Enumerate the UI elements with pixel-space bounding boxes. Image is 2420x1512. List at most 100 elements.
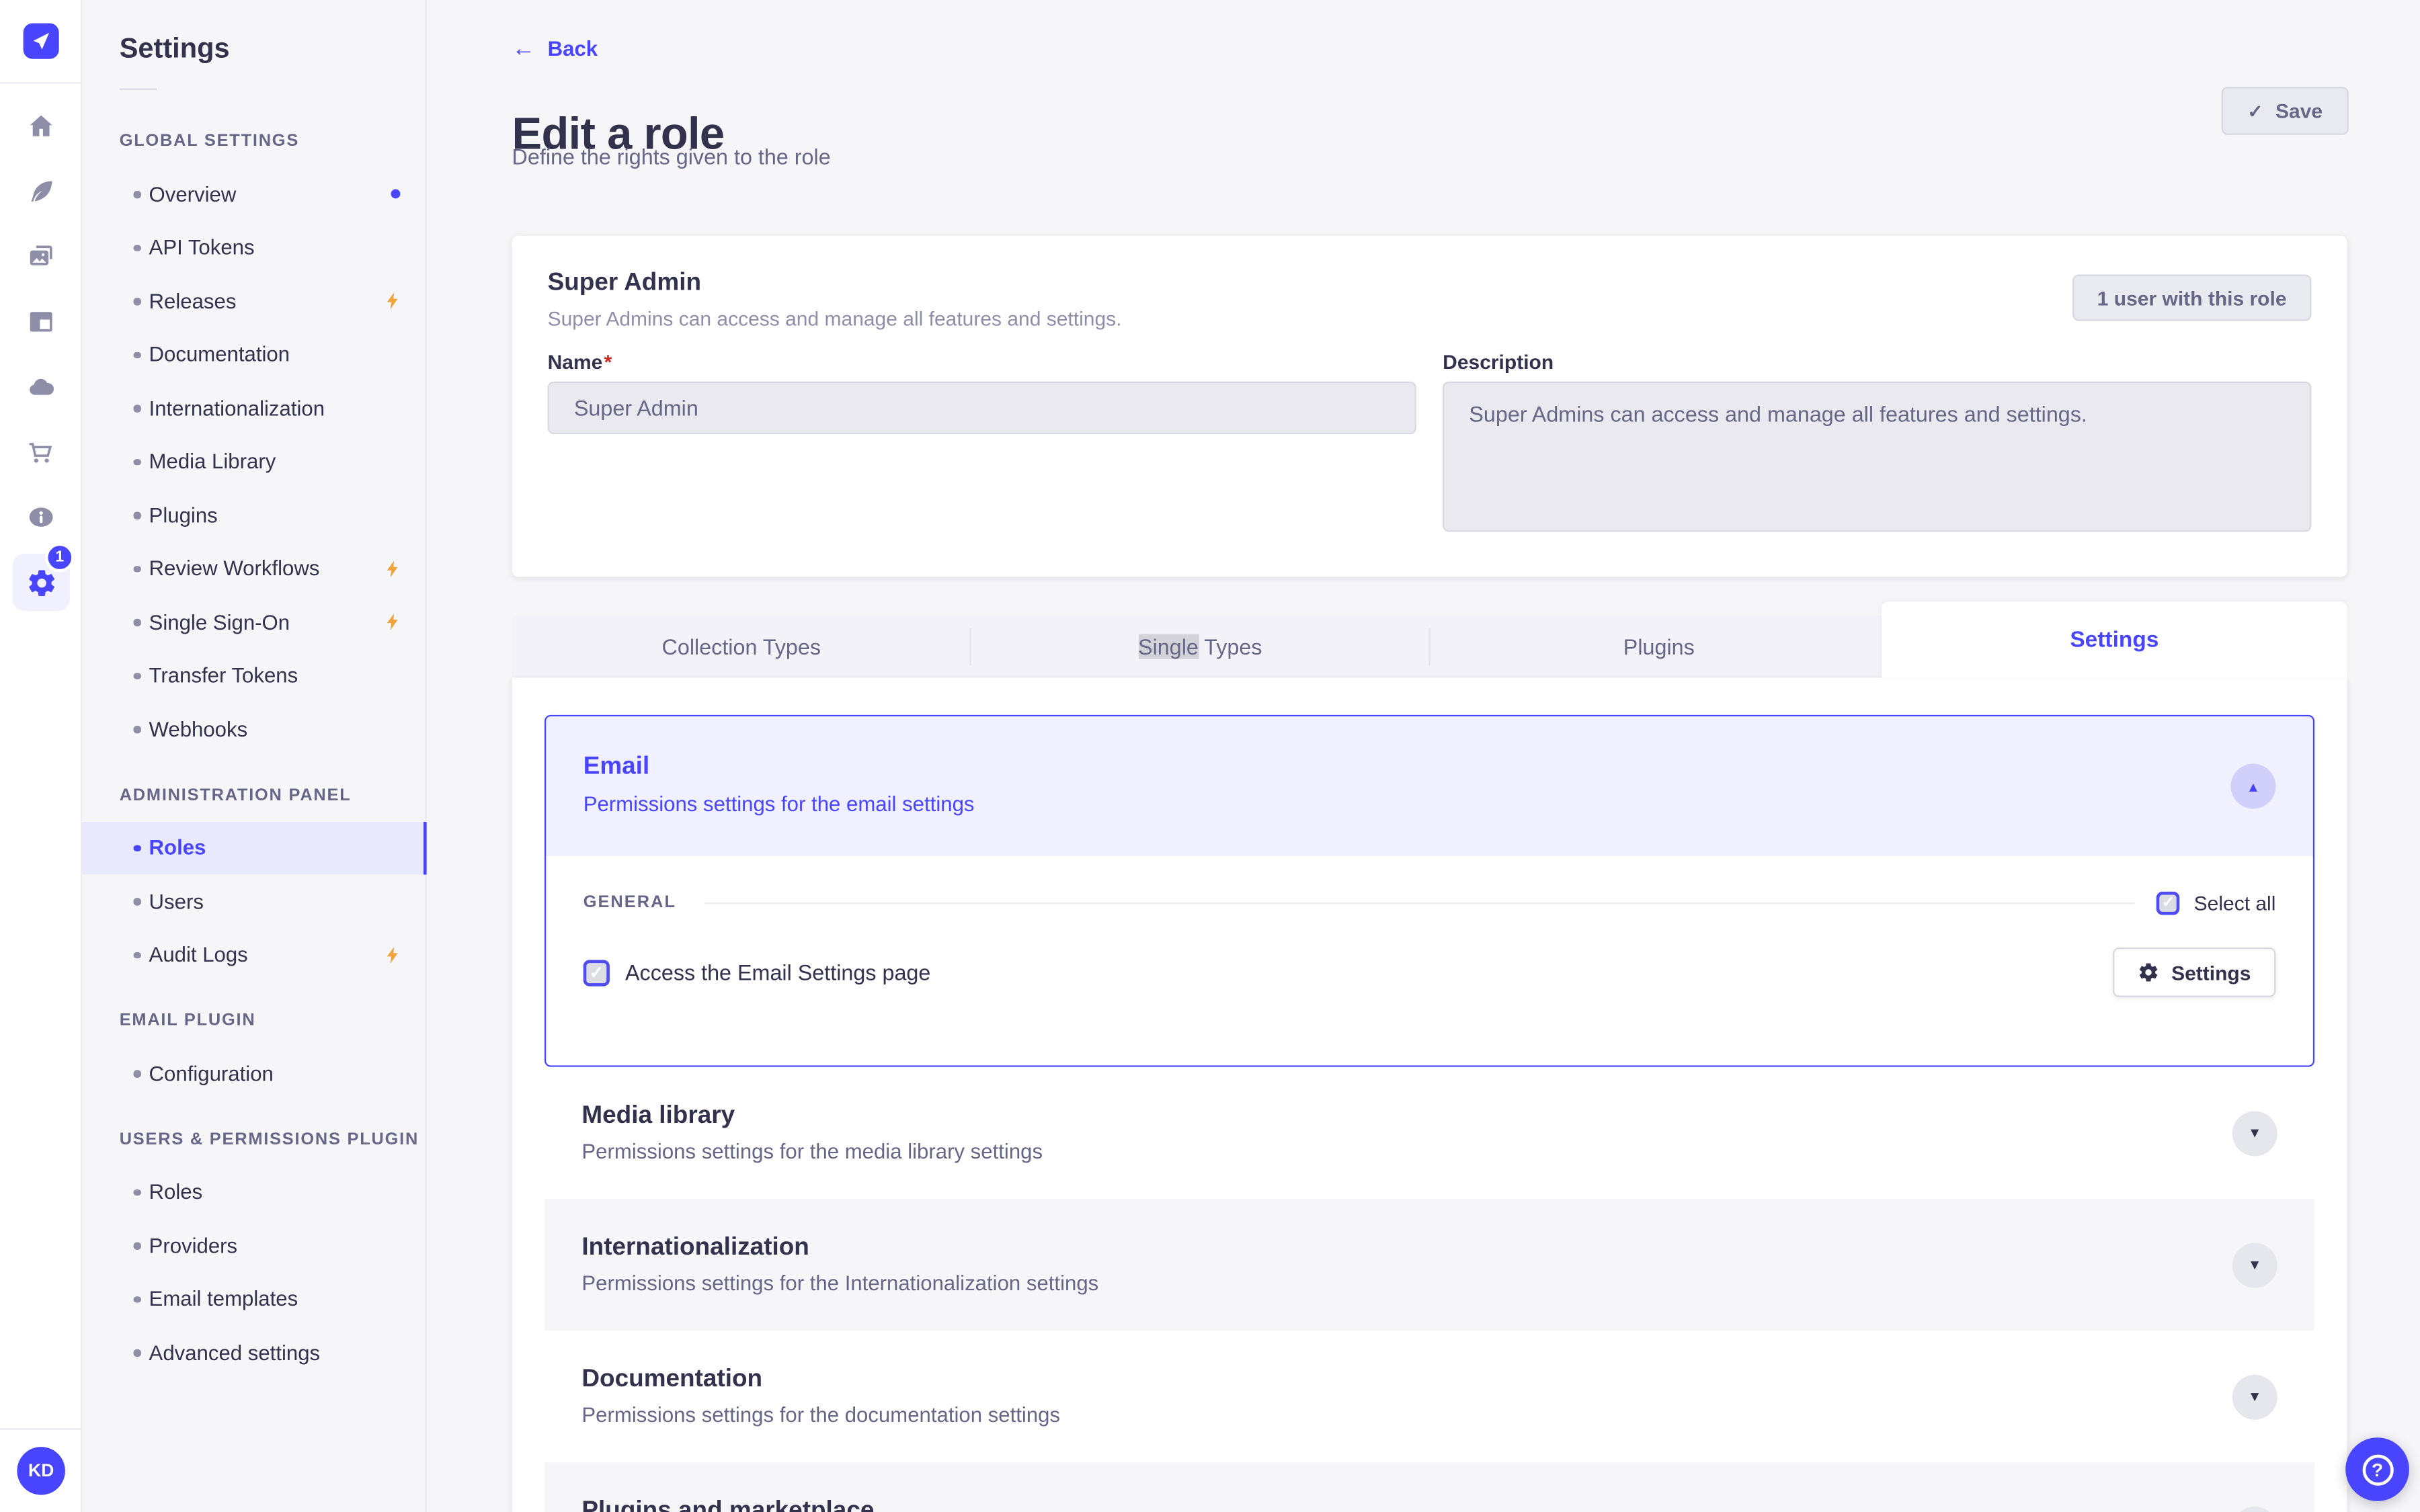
bullet-icon [133, 1188, 140, 1196]
accordion-internationalization[interactable]: Internationalization Permissions setting… [544, 1198, 2315, 1331]
select-all-checkbox[interactable]: ✓ [2156, 890, 2180, 915]
back-label: Back [547, 37, 598, 60]
info-icon[interactable] [25, 501, 56, 532]
sidebar-item-transfer-tokens[interactable]: Transfer Tokens [82, 649, 426, 703]
section-header-administration-panel: ADMINISTRATION PANEL [119, 785, 352, 804]
collapse-button[interactable]: ▲ [2230, 763, 2276, 809]
lightning-icon [383, 558, 403, 579]
cloud-icon[interactable] [25, 371, 56, 402]
bullet-icon [133, 458, 140, 466]
sidebar-item-advanced-settings[interactable]: Advanced settings [82, 1326, 426, 1380]
sidebar-item-label: Users [149, 890, 204, 913]
rail-bottom-divider [0, 1428, 83, 1430]
select-all-control[interactable]: ✓ Select all [2156, 890, 2276, 915]
sidebar-item-audit-logs[interactable]: Audit Logs [82, 928, 426, 982]
sidebar-item-overview[interactable]: Overview [82, 167, 426, 221]
accordion-email: Email Permissions settings for the email… [544, 714, 2315, 1067]
bullet-icon [133, 1242, 140, 1249]
settings-sidebar: Settings GLOBAL SETTINGS Overview API To… [82, 0, 427, 1512]
gear-icon [28, 569, 54, 595]
sidebar-item-documentation[interactable]: Documentation [82, 328, 426, 382]
tab-single-types[interactable]: Single Types [971, 616, 1430, 677]
sidebar-item-api-tokens[interactable]: API Tokens [82, 221, 426, 275]
bullet-icon [133, 844, 140, 851]
save-button[interactable]: ✓ Save [2221, 87, 2349, 135]
users-with-role-label: 1 user with this role [2097, 286, 2287, 310]
general-divider-line [704, 901, 2135, 904]
tab-label: Single Types [1138, 634, 1262, 659]
content-manager-feather-icon[interactable] [25, 175, 56, 206]
gear-icon [2139, 963, 2157, 982]
caret-down-icon: ▼ [2247, 1388, 2262, 1404]
lightning-icon [383, 612, 403, 632]
help-button[interactable]: ? [2345, 1437, 2409, 1501]
users-with-role-button[interactable]: 1 user with this role [2072, 274, 2312, 321]
section-header-global-settings: GLOBAL SETTINGS [119, 132, 300, 151]
sidebar-item-roles-admin[interactable]: Roles [82, 821, 427, 875]
email-permission-row: ✓ Access the Email Settings page Setting… [583, 946, 2276, 999]
bullet-icon [133, 298, 140, 305]
sidebar-item-label: Media Library [149, 450, 276, 474]
description-textarea[interactable]: Super Admins can access and manage all f… [1443, 381, 2312, 532]
sidebar-item-single-sign-on[interactable]: Single Sign-On [82, 595, 426, 649]
sidebar-item-plugins[interactable]: Plugins [82, 489, 426, 542]
tab-settings[interactable]: Settings [1882, 601, 2347, 678]
accordion-title: Media library [581, 1102, 735, 1129]
sidebar-item-label: Review Workflows [149, 557, 320, 581]
sidebar-item-providers[interactable]: Providers [82, 1219, 426, 1273]
permission-label: Access the Email Settings page [624, 960, 931, 985]
bullet-icon [133, 1296, 140, 1303]
sidebar-item-roles-up[interactable]: Roles [82, 1165, 426, 1219]
sidebar-item-configuration[interactable]: Configuration [82, 1047, 426, 1101]
name-input[interactable] [547, 381, 1416, 435]
permission-control[interactable]: ✓ Access the Email Settings page [583, 959, 931, 986]
home-icon[interactable] [25, 110, 56, 141]
expand-button[interactable]: ▼ [2232, 1242, 2277, 1288]
sidebar-item-media-library[interactable]: Media Library [82, 435, 426, 489]
accordion-media-library[interactable]: Media library Permissions settings for t… [544, 1066, 2315, 1199]
sidebar-item-webhooks[interactable]: Webhooks [82, 702, 426, 756]
user-avatar[interactable]: KD [17, 1447, 65, 1495]
page-subtitle: Define the rights given to the role [512, 144, 831, 169]
check-icon: ✓ [2247, 99, 2263, 122]
accordion-plugins-and-marketplace[interactable]: Plugins and marketplace ▼ [544, 1462, 2315, 1512]
accordion-email-header[interactable]: Email Permissions settings for the email… [546, 716, 2313, 856]
sidebar-item-label: Webhooks [149, 717, 248, 741]
expand-button[interactable]: ▼ [2232, 1374, 2277, 1419]
section-header-email-plugin: EMAIL PLUGIN [119, 1011, 256, 1030]
sidebar-item-review-workflows[interactable]: Review Workflows [82, 542, 426, 596]
media-library-icon[interactable] [25, 241, 56, 271]
accordion-subtitle: Permissions settings for the email setti… [583, 792, 975, 816]
strapi-logo[interactable] [23, 23, 59, 59]
bullet-icon [133, 511, 140, 519]
accordion-email-body: GENERAL ✓ Select all ✓ Access the Email … [546, 855, 2313, 1066]
sidebar-item-label: Documentation [149, 343, 290, 367]
expand-button[interactable]: ▼ [2232, 1505, 2277, 1512]
bullet-icon [133, 1349, 140, 1357]
content-type-builder-icon[interactable] [25, 306, 56, 337]
rail-icon-list [0, 110, 81, 532]
sidebar-item-internationalization[interactable]: Internationalization [82, 382, 426, 435]
bullet-icon [133, 898, 140, 905]
back-link[interactable]: ← Back [512, 37, 598, 60]
sidebar-item-email-templates[interactable]: Email templates [82, 1272, 426, 1326]
sidebar-item-label: Releases [149, 289, 237, 313]
select-all-label: Select all [2193, 890, 2276, 915]
role-name-heading: Super Admin [547, 269, 702, 296]
bullet-icon [133, 190, 140, 198]
accordion-title: Email [583, 753, 650, 780]
sidebar-item-label: Transfer Tokens [149, 664, 298, 687]
sidebar-item-label: Overview [149, 182, 237, 206]
tab-plugins[interactable]: Plugins [1430, 616, 1888, 677]
accordion-documentation[interactable]: Documentation Permissions settings for t… [544, 1330, 2315, 1463]
expand-button[interactable]: ▼ [2232, 1110, 2277, 1156]
sidebar-item-releases[interactable]: Releases [82, 274, 426, 328]
permission-checkbox[interactable]: ✓ [583, 959, 610, 986]
marketplace-cart-icon[interactable] [25, 435, 56, 466]
tab-label: Plugins [1623, 634, 1695, 659]
permission-settings-button[interactable]: Settings [2112, 947, 2276, 997]
tab-collection-types[interactable]: Collection Types [512, 616, 971, 677]
save-button-label: Save [2275, 99, 2323, 123]
settings-button-label: Settings [2171, 960, 2251, 984]
sidebar-item-users[interactable]: Users [82, 875, 426, 929]
